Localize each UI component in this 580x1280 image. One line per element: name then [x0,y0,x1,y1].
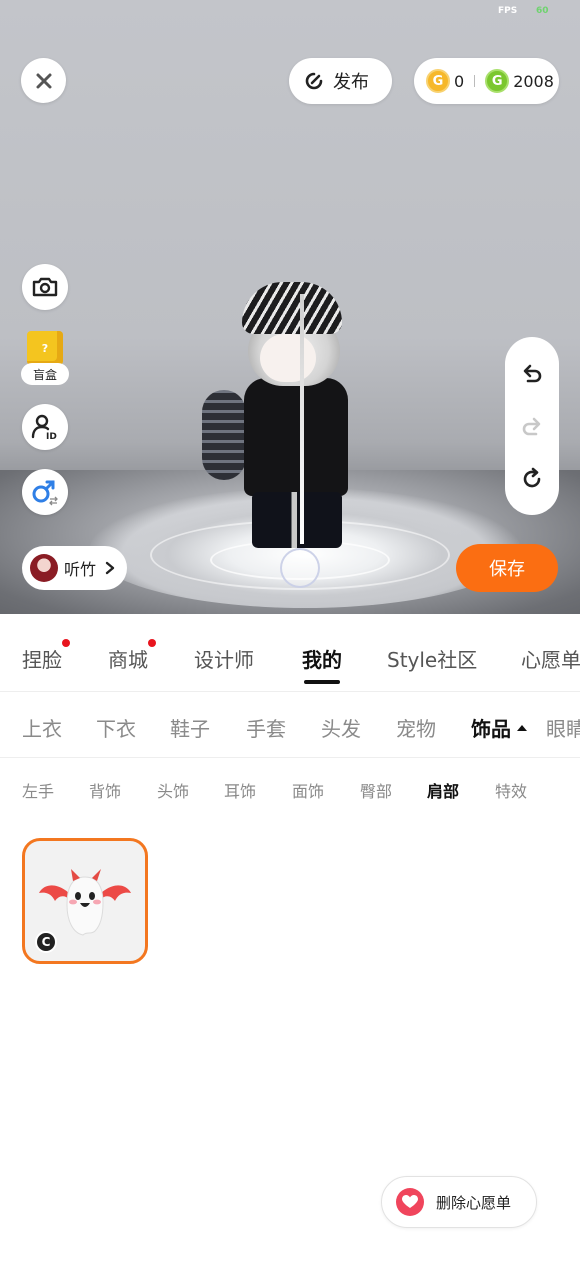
tab-label: 心愿单 [521,648,580,672]
tab-designer[interactable]: 设计师 [194,644,254,673]
gender-swap-button[interactable] [22,469,68,515]
avatar-id-icon: ID [31,414,57,441]
notification-dot [148,639,156,647]
tab-mine[interactable]: 我的 [302,644,342,684]
tab-pets[interactable]: 宠物 [396,713,436,742]
category-shoulder[interactable]: 肩部 [427,778,459,802]
avatar-stage[interactable]: FPS 60 发布 G 0 G 2008 ? 盲盒 ID 听竹 保存 [0,0,580,614]
avatar-character[interactable] [200,282,360,552]
save-button[interactable]: 保存 [456,544,558,592]
tab-label: 我的 [302,648,342,672]
publish-button[interactable]: 发布 [289,58,392,104]
tab-gloves[interactable]: 手套 [246,713,286,742]
heart-icon [396,1188,424,1216]
notification-dot [62,639,70,647]
tab-shop[interactable]: 商城 [108,639,156,673]
tab-style-community[interactable]: Style社区 [387,644,477,673]
reset-icon[interactable] [520,467,544,491]
avatar-plaid-sleeve [202,390,246,480]
creator-badge: C [35,931,57,953]
category-back[interactable]: 背饰 [89,778,121,802]
user-name: 听竹 [64,560,97,579]
avatar-face [260,334,316,382]
blind-box-icon: ? [27,331,63,365]
avatar-pants [252,492,342,548]
tab-wishlist[interactable]: 心愿单 [521,644,580,673]
category-left-hand[interactable]: 左手 [22,778,54,802]
currency-divider [474,75,476,87]
tab-accessories[interactable]: 饰品 [471,713,527,742]
svg-text:ID: ID [46,432,57,441]
blind-box-label: 盲盒 [21,363,69,385]
category-effects[interactable]: 特效 [495,778,527,802]
blind-box-button[interactable]: ? 盲盒 [21,331,69,387]
tab-label: Style社区 [387,648,478,672]
avatar-cap [242,282,342,334]
category-face[interactable]: 面饰 [292,778,324,802]
tab-label: 商城 [108,648,148,672]
fps-value: 60 [536,6,549,16]
avatar-sword [300,294,304,544]
publish-icon [305,72,323,90]
category-ear[interactable]: 耳饰 [224,778,256,802]
remove-wishlist-button[interactable]: 删除心愿单 [381,1176,537,1228]
accessory-category-bar: 左手 背饰 头饰 耳饰 面饰 臀部 肩部 特效 [0,758,580,818]
close-button[interactable] [21,58,66,103]
tab-hair[interactable]: 头发 [321,713,361,742]
avatar-id-button[interactable]: ID [22,404,68,450]
gender-swap-icon [32,480,58,506]
publish-label: 发布 [333,72,369,93]
clothing-tab-bar: 上衣 下衣 鞋子 手套 头发 宠物 饰品 眼睛 [0,692,580,758]
caret-up-icon [517,724,527,731]
main-tab-bar: 捏脸 商城 设计师 我的 Style社区 心愿单 [0,614,580,692]
undo-icon[interactable] [520,361,544,385]
gold-coin-icon: G [426,69,450,93]
tab-label: 饰品 [471,717,511,741]
avatar-jacket [244,378,348,496]
tab-label: 捏脸 [22,648,62,672]
close-icon [36,73,51,88]
item-card-selected[interactable]: C [22,838,148,964]
wishlist-button-label: 删除心愿单 [436,1193,512,1212]
user-profile-button[interactable]: 听竹 [22,546,127,590]
gold-coin-value: 0 [454,71,465,91]
redo-icon[interactable] [520,414,544,438]
tab-face-edit[interactable]: 捏脸 [22,639,70,673]
tab-label: 设计师 [194,648,254,672]
tab-eyes[interactable]: 眼睛 [546,713,580,742]
category-head[interactable]: 头饰 [157,778,189,802]
camera-icon [32,277,58,297]
chevron-right-icon [105,561,115,575]
green-coin-icon: G [485,69,510,93]
green-coin-value: 2008 [513,71,554,91]
category-hip[interactable]: 臀部 [360,778,392,802]
tab-shoes[interactable]: 鞋子 [170,713,210,742]
history-panel [505,337,559,515]
currency-bar[interactable]: G 0 G 2008 [414,58,559,104]
tab-tops[interactable]: 上衣 [22,713,62,742]
active-tab-indicator [304,680,340,684]
rotate-handle[interactable] [280,548,320,588]
avatar [30,554,58,582]
camera-button[interactable] [22,264,68,310]
fps-label: FPS [498,6,518,16]
tab-bottoms[interactable]: 下衣 [96,713,136,742]
